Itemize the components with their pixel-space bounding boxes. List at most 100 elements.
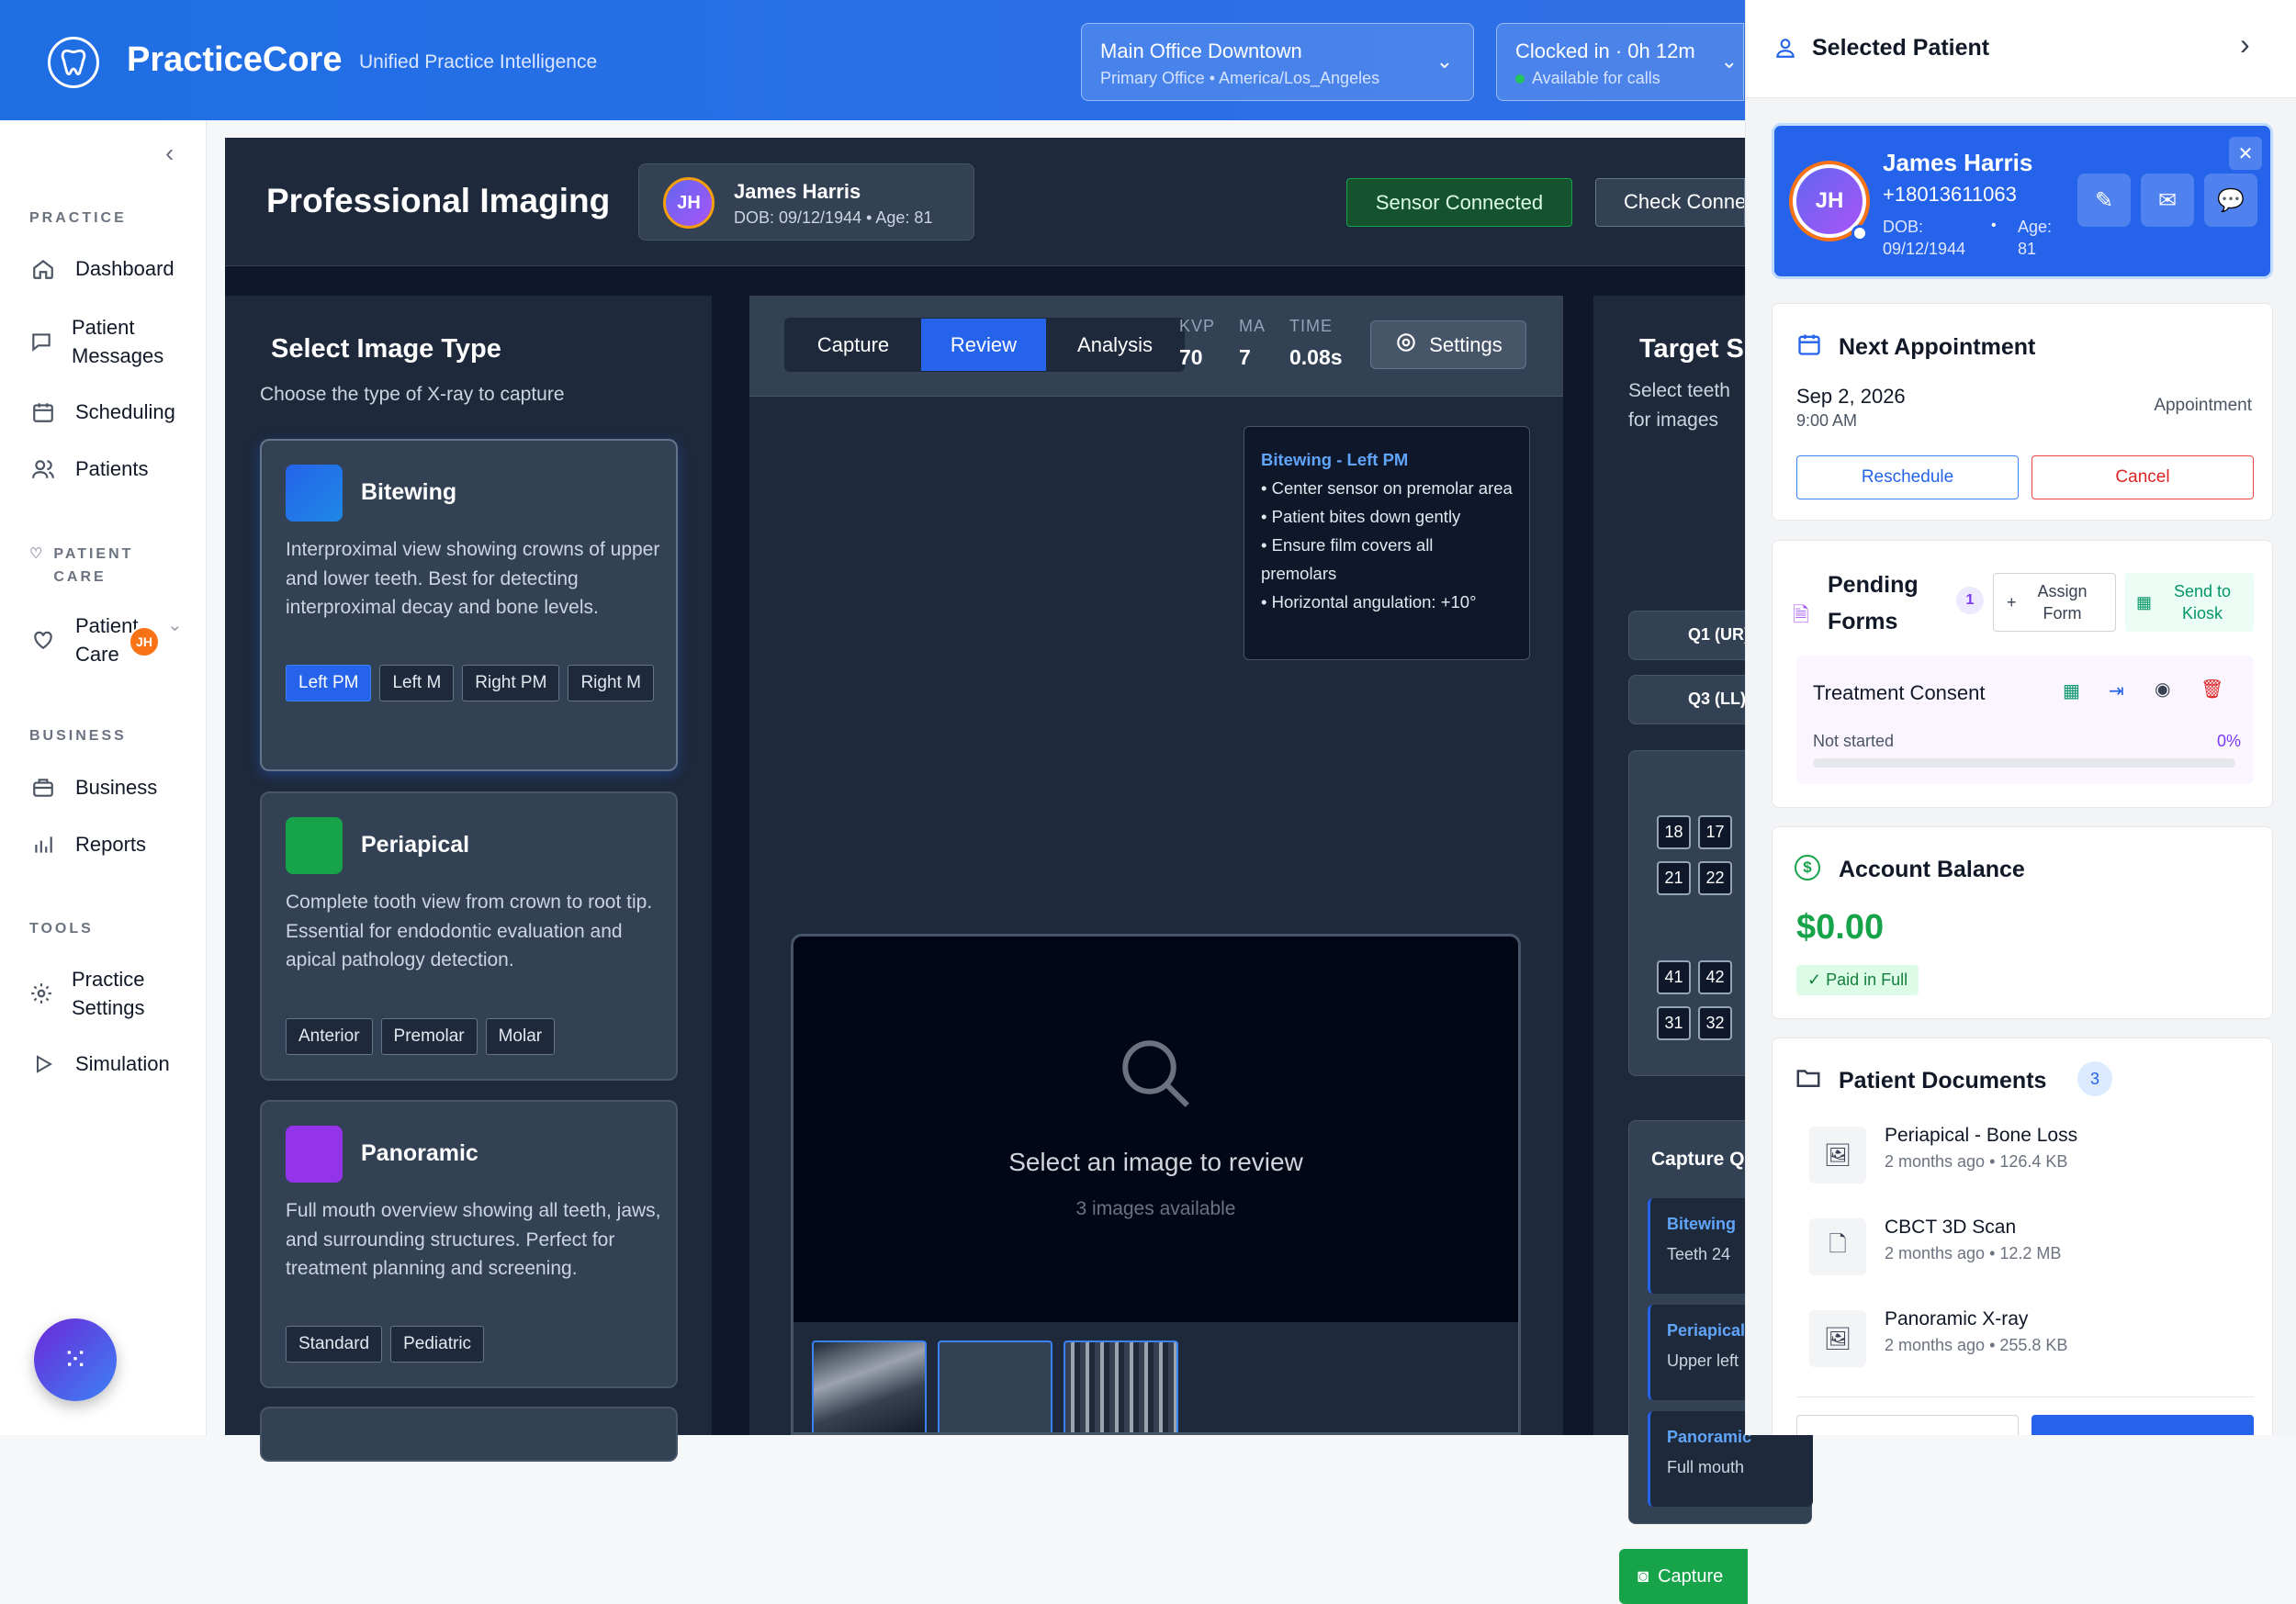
eye-icon[interactable]: ◉ (2155, 678, 2170, 701)
tooth-17[interactable]: 17 (1698, 815, 1732, 849)
section-tools: TOOLS (29, 921, 94, 937)
tooth-22[interactable]: 22 (1698, 861, 1732, 895)
patient-name: James Harris (1883, 149, 2033, 176)
image-viewer[interactable]: Select an image to review 3 images avail… (791, 934, 1521, 1435)
tab-analysis[interactable]: Analysis (1046, 319, 1184, 371)
tooth-32[interactable]: 32 (1698, 1006, 1732, 1040)
sidebar-item-patients[interactable]: Patients (29, 454, 149, 483)
separator-dot: • (1991, 218, 1997, 233)
sidebar-item-label: Patient Messages (72, 316, 164, 367)
form-progress-bar (1813, 758, 2235, 768)
location-selector[interactable]: Main Office Downtown Primary Office • Am… (1081, 23, 1474, 101)
tip-title: Bitewing - Left PM (1261, 450, 1409, 469)
message-button[interactable]: 💬 (2204, 174, 2257, 227)
sidebar-item-scheduling[interactable]: Scheduling (29, 398, 175, 426)
sidebar-item-business[interactable]: Business (29, 773, 157, 802)
trash-icon[interactable]: 🗑 (2200, 678, 2223, 701)
tag-left-m[interactable]: Left M (379, 665, 455, 701)
send-icon[interactable]: ⇥ (2109, 679, 2124, 702)
online-dot-icon (1515, 73, 1525, 84)
close-icon[interactable]: ✕ (2229, 137, 2262, 170)
chevron-down-icon: ⌄ (1435, 50, 1453, 73)
form-name: Treatment Consent (1813, 681, 1986, 704)
cancel-button[interactable]: Cancel (2032, 455, 2254, 499)
positioning-tip: Bitewing - Left PM • Center sensor on pr… (1244, 426, 1530, 660)
settings-button[interactable]: Settings (1370, 320, 1526, 369)
document-item[interactable]: 🖼 Panoramic X-ray 2 months ago • 255.8 K… (1809, 1303, 2268, 1376)
tooth-41[interactable]: 41 (1657, 960, 1691, 994)
image-type-card-panoramic[interactable]: Panoramic Full mouth overview showing al… (260, 1100, 678, 1388)
image-type-card-bitewing[interactable]: Bitewing Interproximal view showing crow… (260, 439, 678, 771)
patient-summary-card: JH James Harris +18013611063 DOB: 09/12/… (1772, 123, 2273, 279)
edit-button[interactable]: ✎ (2077, 174, 2131, 227)
reschedule-button[interactable]: Reschedule (1796, 455, 2019, 499)
patient-name: James Harris (734, 180, 861, 203)
card-title: Pending Forms (1828, 572, 1919, 634)
tooth-31[interactable]: 31 (1657, 1006, 1691, 1040)
document-meta: 2 months ago • 255.8 KB (1885, 1336, 2068, 1354)
tab-capture[interactable]: Capture (785, 319, 921, 371)
card-description: Interproximal view showing crowns of upp… (286, 539, 660, 618)
document-item[interactable]: 🖼 Periapical - Bone Loss 2 months ago • … (1809, 1119, 2268, 1193)
tag-premolar[interactable]: Premolar (380, 1018, 478, 1055)
sidebar-item-practice-settings[interactable]: Practice Settings (29, 965, 186, 1022)
sidebar-item-patient-messages[interactable]: Patient Messages (29, 313, 186, 370)
tab-review[interactable]: Review (921, 319, 1046, 371)
param-ma: MA 7 (1239, 317, 1266, 370)
tag-standard[interactable]: Standard (286, 1326, 383, 1363)
document-item[interactable]: 🗋 CBCT 3D Scan 2 months ago • 12.2 MB (1809, 1211, 2268, 1284)
tooth-18[interactable]: 18 (1657, 815, 1691, 849)
capture-button[interactable]: ◙ Capture (1619, 1549, 1748, 1604)
image-icon: 🖼 (1809, 1127, 1866, 1183)
tag-right-m[interactable]: Right M (568, 665, 654, 701)
check-connection-button[interactable]: Check Connection (1595, 178, 1745, 227)
image-type-card-periapical[interactable]: Periapical Complete tooth view from crow… (260, 791, 678, 1081)
param-value: 7 (1239, 345, 1251, 369)
send-to-kiosk-button[interactable]: ▦ Send to Kiosk (2125, 573, 2254, 632)
imaging-header: Professional Imaging JH James Harris DOB… (225, 138, 1745, 266)
image-type-card-next[interactable] (260, 1407, 678, 1462)
tooth-42[interactable]: 42 (1698, 960, 1732, 994)
appointment-date: Sep 2, 2026 (1796, 385, 1906, 408)
panel-subtitle: Choose the type of X-ray to capture (260, 384, 565, 405)
page-title: Professional Imaging (266, 182, 611, 219)
section-business: BUSINESS (29, 728, 127, 744)
card-title: Patient Documents (1839, 1068, 2047, 1094)
account-balance-card: $ Account Balance $0.00 ✓ Paid in Full (1772, 826, 2273, 1019)
tag-right-pm[interactable]: Right PM (462, 665, 560, 701)
sidebar-item-simulation[interactable]: Simulation (29, 1049, 170, 1078)
tip-line: • Center sensor on premolar area (1261, 478, 1513, 498)
tooth-21[interactable]: 21 (1657, 861, 1691, 895)
tag-anterior[interactable]: Anterior (286, 1018, 373, 1055)
tag-molar[interactable]: Molar (485, 1018, 556, 1055)
email-button[interactable]: ✉ (2141, 174, 2194, 227)
briefcase-icon (29, 774, 57, 802)
tip-line: • Patient bites down gently (1261, 507, 1461, 526)
apps-grid-fab[interactable]: ⁙ (34, 1318, 117, 1401)
tag-pediatric[interactable]: Pediatric (390, 1326, 485, 1363)
card-title: Next Appointment (1839, 334, 2036, 360)
forms-count-badge: 1 (1956, 587, 1984, 614)
tag-left-pm[interactable]: Left PM (286, 665, 372, 701)
view-all-button[interactable] (2032, 1415, 2254, 1435)
image-type-panel: Select Image Type Choose the type of X-r… (225, 296, 712, 1462)
thumbnail-panoramic[interactable] (1064, 1340, 1178, 1432)
qr-icon[interactable]: ▦ (2063, 679, 2080, 702)
thumbnail-cbct[interactable] (938, 1340, 1052, 1432)
collapse-sidebar-icon[interactable]: ‹ (165, 139, 174, 168)
chevron-right-icon[interactable]: › (2240, 28, 2250, 62)
sidebar: ‹ PRACTICE Dashboard Patient Messages Sc… (0, 120, 207, 1435)
sidebar-item-dashboard[interactable]: Dashboard (29, 254, 174, 283)
chat-icon: 💬 (2217, 187, 2245, 213)
thumbnail-periapical[interactable] (812, 1340, 927, 1432)
sidebar-item-reports[interactable]: Reports (29, 830, 146, 858)
sidebar-item-label: Scheduling (75, 400, 175, 423)
users-icon (29, 455, 57, 483)
upload-button[interactable] (1796, 1415, 2019, 1435)
clock-status-selector[interactable]: Clocked in · 0h 12m Available for calls … (1496, 23, 1744, 101)
form-status: Not started (1813, 732, 1895, 750)
form-item: Treatment Consent ▦ ⇥ ◉ 🗑 Not started 0% (1796, 656, 2254, 784)
assign-form-button[interactable]: + Assign Form (1993, 573, 2116, 632)
patient-chip[interactable]: JH James Harris DOB: 09/12/1944 • Age: 8… (638, 163, 974, 241)
sidebar-item-patient-care[interactable]: Patient Care JH ⌄ (29, 611, 190, 668)
